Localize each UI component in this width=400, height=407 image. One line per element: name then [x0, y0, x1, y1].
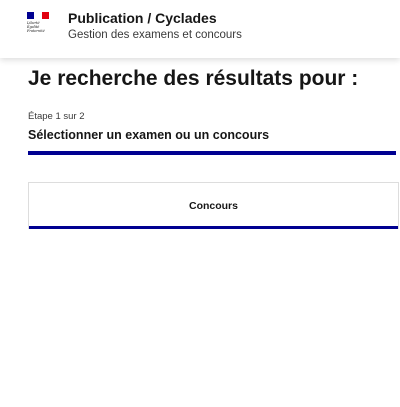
stepper-step-count: Étape 1 sur 2: [28, 111, 85, 122]
stepper-progress-bar: [28, 151, 396, 155]
flag-icon: [27, 12, 49, 19]
stepper-progress-fill: [28, 151, 396, 155]
page-title: Je recherche des résultats pour :: [28, 67, 359, 90]
flag-blue-band: [27, 12, 35, 19]
option-tile-label: Concours: [188, 200, 238, 212]
service-title[interactable]: Publication / Cyclades: [68, 10, 217, 27]
option-tile-concours[interactable]: Concours: [28, 182, 399, 229]
service-tagline: Gestion des examens et concours: [68, 29, 242, 41]
flag-red-band: [41, 12, 49, 19]
motto-fraternite: Fraternité: [27, 29, 45, 34]
republic-motto: Liberté Égalité Fraternité: [27, 21, 51, 34]
site-header: Liberté Égalité Fraternité Publication /…: [0, 0, 400, 58]
marianne-logo[interactable]: Liberté Égalité Fraternité: [27, 12, 51, 34]
option-tile-underline: [29, 226, 398, 229]
flag-white-band: [34, 12, 42, 19]
stepper-step-title: Sélectionner un examen ou un concours: [28, 128, 270, 142]
